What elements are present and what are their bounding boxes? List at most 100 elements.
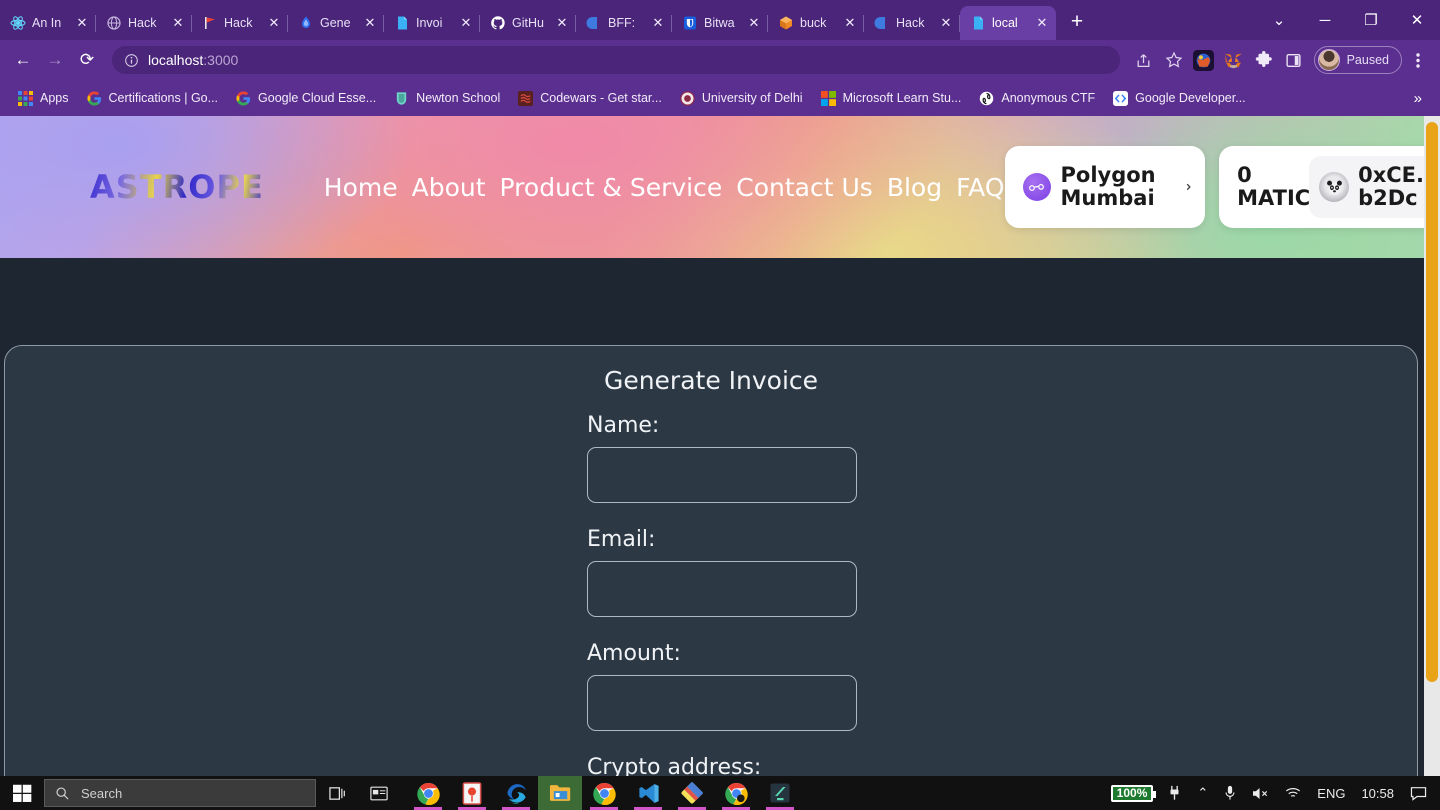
colorful-app-taskbar-icon[interactable] [670, 776, 714, 810]
battery-indicator[interactable]: 100% [1110, 784, 1157, 802]
maximize-button[interactable]: ❐ [1348, 0, 1394, 40]
tab-title: Invoi [416, 16, 443, 30]
bookmark-item[interactable]: University of Delhi [672, 87, 811, 110]
vscode-taskbar-icon[interactable] [626, 776, 670, 810]
chrome-taskbar-icon[interactable] [406, 776, 450, 810]
tab-title: Hack [224, 16, 253, 30]
name-input[interactable] [587, 447, 857, 503]
tab-close-icon[interactable]: ✕ [1034, 15, 1050, 31]
bookmark-item[interactable]: Google Cloud Esse... [228, 87, 384, 110]
info-circle-icon[interactable] [124, 53, 139, 68]
widgets-icon[interactable] [358, 776, 400, 810]
nav-link-faq[interactable]: FAQ [956, 173, 1004, 202]
browser-tab[interactable]: BFF: ✕ [576, 6, 672, 40]
browser-tab[interactable]: Hack ✕ [96, 6, 192, 40]
tab-close-icon[interactable]: ✕ [746, 15, 762, 31]
browser-tab[interactable]: Bitwa ✕ [672, 6, 768, 40]
task-view-icon[interactable] [316, 776, 358, 810]
tab-close-icon[interactable]: ✕ [266, 15, 282, 31]
browser-tab[interactable]: Invoi ✕ [384, 6, 480, 40]
file-explorer-taskbar-icon[interactable] [538, 776, 582, 810]
windows-logo-icon[interactable] [0, 776, 44, 810]
tab-close-icon[interactable]: ✕ [458, 15, 474, 31]
bookmark-label: Google Cloud Esse... [258, 91, 377, 105]
browser-tab-active[interactable]: local ✕ [960, 6, 1056, 40]
side-panel-icon[interactable] [1280, 46, 1308, 74]
power-plug-icon[interactable] [1161, 776, 1188, 810]
clock[interactable]: 10:58 [1354, 776, 1401, 810]
page-scrollbar[interactable] [1424, 116, 1440, 788]
browser-tab[interactable]: buck ✕ [768, 6, 864, 40]
back-button[interactable]: ← [8, 45, 38, 75]
network-selector-button[interactable]: Polygon Mumbai ⌄ [1004, 146, 1206, 228]
email-label: Email: [587, 527, 656, 552]
bookmarks-overflow-button[interactable]: » [1406, 90, 1430, 107]
bookmark-item[interactable]: Google Developer... [1105, 87, 1254, 110]
diamond-icon [302, 16, 310, 28]
browser-tab[interactable]: Hack ✕ [192, 6, 288, 40]
chevron-down-icon: ⌄ [1176, 180, 1194, 194]
bookmark-apps[interactable]: Apps [10, 87, 77, 110]
teal-app-taskbar-icon[interactable] [758, 776, 802, 810]
globe-icon [107, 16, 121, 30]
speaker-mute-icon[interactable] [1245, 776, 1276, 810]
browser-tab[interactable]: Hack ✕ [864, 6, 960, 40]
address-bar[interactable]: localhost:3000 [112, 46, 1120, 74]
microphone-icon[interactable] [1217, 776, 1243, 810]
bookmark-item[interactable]: Anonymous CTF [971, 87, 1103, 110]
metamask-fox-icon[interactable] [1220, 46, 1248, 74]
site-logo[interactable]: ASTROPE [90, 168, 264, 206]
bookmark-item[interactable]: Certifications | Go... [79, 87, 227, 110]
scrollbar-thumb[interactable] [1426, 122, 1438, 682]
nav-link-about[interactable]: About [412, 173, 486, 202]
edge-taskbar-icon[interactable] [494, 776, 538, 810]
browser-tab[interactable]: An In ✕ [0, 6, 96, 40]
notification-bubble-icon[interactable] [1403, 776, 1434, 810]
tab-close-icon[interactable]: ✕ [74, 15, 90, 31]
amount-label: Amount: [587, 641, 681, 666]
close-window-button[interactable]: ✕ [1394, 0, 1440, 40]
invoice-card: Generate Invoice Name: Email: Amount: Cr… [4, 345, 1418, 788]
account-button[interactable]: 0 MATIC 0xCE... b2Dc ⌄ [1219, 146, 1440, 228]
bookmark-label: Codewars - Get star... [540, 91, 662, 105]
chrome-3-taskbar-icon[interactable] [714, 776, 758, 810]
tab-close-icon[interactable]: ✕ [170, 15, 186, 31]
nav-link-home[interactable]: Home [324, 173, 398, 202]
language-indicator[interactable]: ENG [1310, 776, 1352, 810]
minimize-button[interactable]: ─ [1302, 0, 1348, 40]
tab-close-icon[interactable]: ✕ [842, 15, 858, 31]
profile-button[interactable]: Paused [1313, 46, 1402, 74]
nav-link-contact-us[interactable]: Contact Us [736, 173, 873, 202]
amount-input[interactable] [587, 675, 857, 731]
red-app-taskbar-icon[interactable] [450, 776, 494, 810]
email-input[interactable] [587, 561, 857, 617]
share-icon[interactable] [1130, 46, 1158, 74]
tray-overflow-icon[interactable]: ⌃ [1190, 776, 1215, 810]
chrome-2-taskbar-icon[interactable] [582, 776, 626, 810]
tab-close-icon[interactable]: ✕ [362, 15, 378, 31]
tab-close-icon[interactable]: ✕ [938, 15, 954, 31]
extension-globe-icon[interactable] [1190, 46, 1218, 74]
browser-tab[interactable]: GitHu ✕ [480, 6, 576, 40]
new-tab-button[interactable]: + [1060, 7, 1094, 37]
browser-tab[interactable]: Gene ✕ [288, 6, 384, 40]
tab-search-chevron-icon[interactable]: ⌄ [1256, 0, 1302, 40]
search-input[interactable]: Search [44, 779, 316, 807]
form-field-amount: Amount: [587, 641, 1417, 731]
reload-button[interactable]: ⟳ [72, 45, 102, 75]
account-address-chip[interactable]: 0xCE... b2Dc [1309, 156, 1440, 218]
wifi-icon[interactable] [1278, 776, 1308, 810]
nav-link-product-service[interactable]: Product & Service [500, 173, 723, 202]
nav-link-blog[interactable]: Blog [887, 173, 942, 202]
bookmark-star-icon[interactable] [1160, 46, 1188, 74]
bookmark-item[interactable]: Newton School [386, 87, 508, 110]
tab-close-icon[interactable]: ✕ [554, 15, 570, 31]
forward-button[interactable]: → [40, 45, 70, 75]
extensions-puzzle-icon[interactable] [1250, 46, 1278, 74]
bookmark-item[interactable]: Codewars - Get star... [510, 87, 670, 110]
tab-close-icon[interactable]: ✕ [650, 15, 666, 31]
tabs-container: An In ✕ Hack ✕ Hack ✕ Gene ✕ Invoi ✕ Git… [0, 0, 1056, 40]
bookmark-item[interactable]: Microsoft Learn Stu... [813, 87, 970, 110]
kebab-menu-icon[interactable] [1404, 46, 1432, 74]
network-name-line2: Mumbai [1060, 186, 1155, 210]
